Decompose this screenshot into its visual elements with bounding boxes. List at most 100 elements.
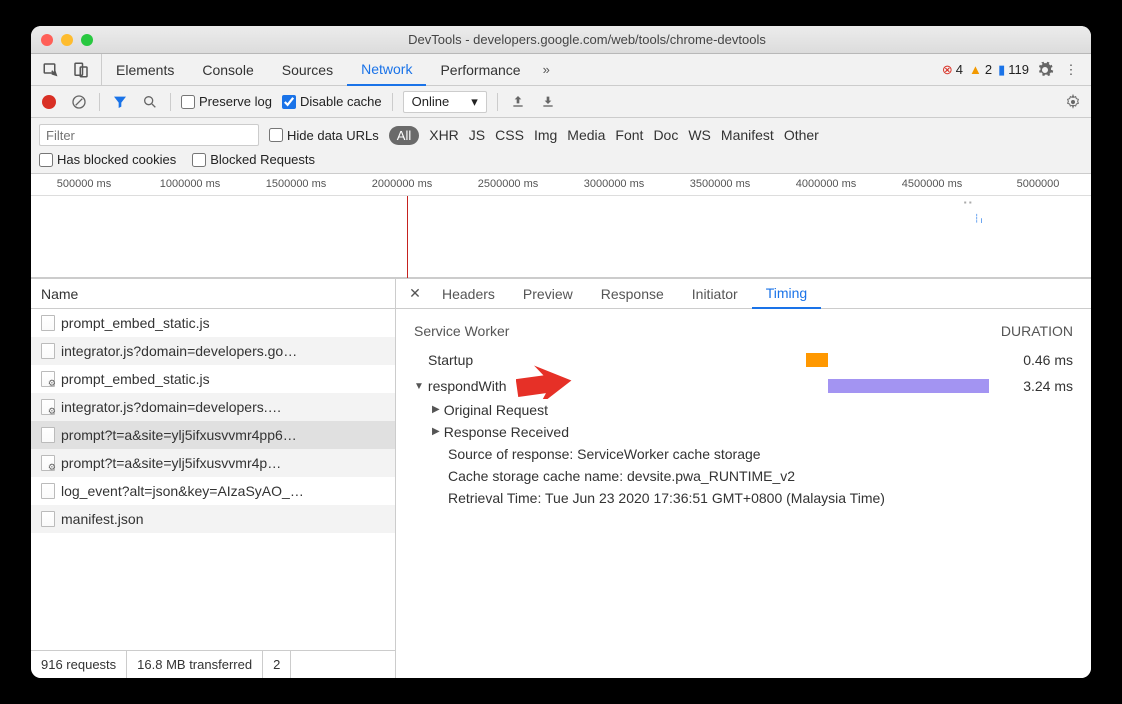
filter-type-font[interactable]: Font: [615, 127, 643, 143]
record-button[interactable]: [39, 92, 59, 112]
request-name: prompt?t=a&site=ylj5ifxusvvmr4pp6…: [61, 427, 297, 443]
chevron-right-icon: ▶: [432, 421, 440, 443]
upload-har-icon[interactable]: [508, 92, 528, 112]
request-name: integrator.js?domain=developers.…: [61, 399, 282, 415]
disclosure-triangle-icon[interactable]: ▼: [414, 381, 424, 392]
file-icon: [41, 511, 55, 527]
request-row[interactable]: manifest.json: [31, 505, 395, 533]
clear-icon[interactable]: [69, 92, 89, 112]
filter-type-xhr[interactable]: XHR: [429, 127, 459, 143]
filter-type-manifest[interactable]: Manifest: [721, 127, 774, 143]
settings-gear-icon[interactable]: [1035, 60, 1055, 80]
tab-network[interactable]: Network: [347, 55, 426, 86]
message-count[interactable]: ▮119: [998, 62, 1029, 78]
timing-sub-original-request[interactable]: ▶Original Request: [432, 399, 1073, 421]
device-toggle-icon[interactable]: [71, 60, 91, 80]
window-maximize-button[interactable]: [81, 34, 93, 46]
timing-duration-header: DURATION: [1001, 323, 1073, 339]
request-row[interactable]: integrator.js?domain=developers.go…: [31, 337, 395, 365]
request-row[interactable]: prompt?t=a&site=ylj5ifxusvvmr4p…: [31, 449, 395, 477]
requests-footer: 916 requests 16.8 MB transferred 2: [31, 650, 395, 678]
main-tab-strip: Elements Console Sources Network Perform…: [31, 54, 1091, 86]
tabs-overflow-icon[interactable]: »: [535, 62, 558, 77]
filter-funnel-icon[interactable]: [110, 92, 130, 112]
filter-input[interactable]: [39, 124, 259, 146]
timing-row-startup: Startup 0.46 ms: [414, 347, 1073, 373]
window-title: DevTools - developers.google.com/web/too…: [93, 32, 1081, 47]
requests-pane: Name prompt_embed_static.js integrator.js…: [31, 279, 396, 678]
error-count[interactable]: ⊗4: [942, 62, 963, 78]
requests-list: prompt_embed_static.js integrator.js?doma…: [31, 309, 395, 650]
request-row[interactable]: prompt_embed_static.js: [31, 309, 395, 337]
filter-type-ws[interactable]: WS: [688, 127, 711, 143]
request-name: manifest.json: [61, 511, 143, 527]
devtools-window: DevTools - developers.google.com/web/too…: [31, 26, 1091, 678]
dtab-response[interactable]: Response: [587, 279, 678, 308]
request-row[interactable]: prompt_embed_static.js: [31, 365, 395, 393]
inspect-icon[interactable]: [41, 60, 61, 80]
footer-resources: 2: [263, 651, 291, 678]
disable-cache-checkbox[interactable]: Disable cache: [282, 94, 382, 109]
has-blocked-cookies-checkbox[interactable]: Has blocked cookies: [39, 152, 176, 167]
request-name: integrator.js?domain=developers.go…: [61, 343, 297, 359]
filter-type-js[interactable]: JS: [469, 127, 485, 143]
traffic-lights: [41, 34, 93, 46]
download-har-icon[interactable]: [538, 92, 558, 112]
request-row[interactable]: prompt?t=a&site=ylj5ifxusvvmr4pp6…: [31, 421, 395, 449]
network-settings-gear-icon[interactable]: [1063, 92, 1083, 112]
timing-info-cache-name: Cache storage cache name: devsite.pwa_RU…: [448, 465, 1073, 487]
requests-header-name[interactable]: Name: [31, 279, 395, 309]
window-minimize-button[interactable]: [61, 34, 73, 46]
file-icon: [41, 315, 55, 331]
dtab-initiator[interactable]: Initiator: [678, 279, 752, 308]
close-details-icon[interactable]: ✕: [402, 285, 428, 302]
request-name: prompt?t=a&site=ylj5ifxusvvmr4p…: [61, 455, 281, 471]
window-close-button[interactable]: [41, 34, 53, 46]
dtab-preview[interactable]: Preview: [509, 279, 587, 308]
tab-console[interactable]: Console: [188, 54, 267, 85]
timing-sub-response-received[interactable]: ▶Response Received: [432, 421, 1073, 443]
filter-bar: Hide data URLs All XHR JS CSS Img Media …: [31, 118, 1091, 174]
request-name: log_event?alt=json&key=AIzaSyAO_…: [61, 483, 304, 499]
preserve-log-checkbox[interactable]: Preserve log: [181, 94, 272, 109]
tab-performance[interactable]: Performance: [426, 54, 534, 85]
content-split: Name prompt_embed_static.js integrator.js…: [31, 278, 1091, 678]
request-name: prompt_embed_static.js: [61, 315, 210, 331]
network-overview-timeline[interactable]: 500000 ms1000000 ms1500000 ms2000000 ms2…: [31, 174, 1091, 278]
filter-type-doc[interactable]: Doc: [653, 127, 678, 143]
blocked-requests-checkbox[interactable]: Blocked Requests: [192, 152, 315, 167]
search-icon[interactable]: [140, 92, 160, 112]
request-name: prompt_embed_static.js: [61, 371, 210, 387]
hide-data-urls-checkbox[interactable]: Hide data URLs: [269, 128, 379, 143]
details-pane: ✕ Headers Preview Response Initiator Tim…: [396, 279, 1091, 678]
timing-panel: Service Worker DURATION Startup 0.46 ms …: [396, 309, 1091, 678]
request-row[interactable]: integrator.js?domain=developers.…: [31, 393, 395, 421]
timing-row-respondwith[interactable]: ▼respondWith 3.24 ms: [414, 373, 1073, 399]
filter-type-other[interactable]: Other: [784, 127, 819, 143]
dtab-headers[interactable]: Headers: [428, 279, 509, 308]
filter-type-media[interactable]: Media: [567, 127, 605, 143]
gear-file-icon: [41, 371, 55, 387]
kebab-menu-icon[interactable]: ⋮: [1061, 60, 1081, 80]
timing-info-retrieval-time: Retrieval Time: Tue Jun 23 2020 17:36:51…: [448, 487, 1073, 509]
filter-type-all[interactable]: All: [389, 126, 419, 145]
dtab-timing[interactable]: Timing: [752, 280, 822, 309]
filter-type-img[interactable]: Img: [534, 127, 557, 143]
tab-sources[interactable]: Sources: [268, 54, 347, 85]
warning-count[interactable]: ▲2: [969, 62, 992, 77]
footer-transferred: 16.8 MB transferred: [127, 651, 263, 678]
file-icon: [41, 483, 55, 499]
throttling-select[interactable]: Online▾: [403, 91, 487, 113]
chevron-right-icon: ▶: [432, 399, 440, 421]
footer-request-count: 916 requests: [31, 651, 127, 678]
filter-type-css[interactable]: CSS: [495, 127, 524, 143]
file-icon: [41, 427, 55, 443]
network-toolbar: Preserve log Disable cache Online▾: [31, 86, 1091, 118]
detail-tab-strip: ✕ Headers Preview Response Initiator Tim…: [396, 279, 1091, 309]
titlebar: DevTools - developers.google.com/web/too…: [31, 26, 1091, 54]
gear-file-icon: [41, 455, 55, 471]
request-row[interactable]: log_event?alt=json&key=AIzaSyAO_…: [31, 477, 395, 505]
tab-elements[interactable]: Elements: [102, 54, 188, 85]
timing-section-label: Service Worker: [414, 323, 509, 339]
gear-file-icon: [41, 399, 55, 415]
